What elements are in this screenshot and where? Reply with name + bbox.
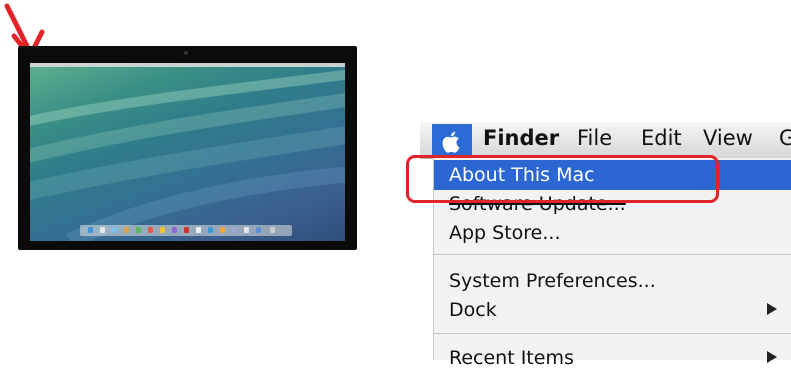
apple-icon (442, 131, 460, 153)
menu-item-label: System Preferences... (449, 270, 656, 292)
menu-item-label: App Store... (449, 222, 561, 244)
submenu-arrow-icon (767, 351, 777, 363)
menu-item-app-store[interactable]: App Store... (434, 218, 791, 248)
menu-item-recent-items[interactable]: Recent Items (434, 343, 791, 373)
imac-icon (18, 46, 357, 250)
desktop-wallpaper (30, 63, 345, 241)
apple-menu-button[interactable] (432, 124, 472, 158)
menubar-view[interactable]: View (703, 126, 753, 150)
menu-item-label: Dock (449, 299, 497, 321)
menu-separator (434, 254, 791, 255)
menubar-edit[interactable]: Edit (641, 126, 682, 150)
menubar-go[interactable]: G (779, 126, 791, 150)
menu-separator (434, 333, 791, 334)
menubar-finder[interactable]: Finder (483, 126, 559, 150)
menu-bar: Finder File Edit View G (420, 122, 791, 159)
annotation-highlight-box (406, 155, 719, 203)
camera-dot (184, 51, 188, 55)
menu-item-dock[interactable]: Dock (434, 295, 791, 325)
menubar-file[interactable]: File (577, 126, 612, 150)
menu-item-system-preferences[interactable]: System Preferences... (434, 266, 791, 296)
submenu-arrow-icon (767, 303, 777, 315)
mini-dock (80, 225, 292, 236)
menu-item-label: Recent Items (449, 347, 574, 369)
